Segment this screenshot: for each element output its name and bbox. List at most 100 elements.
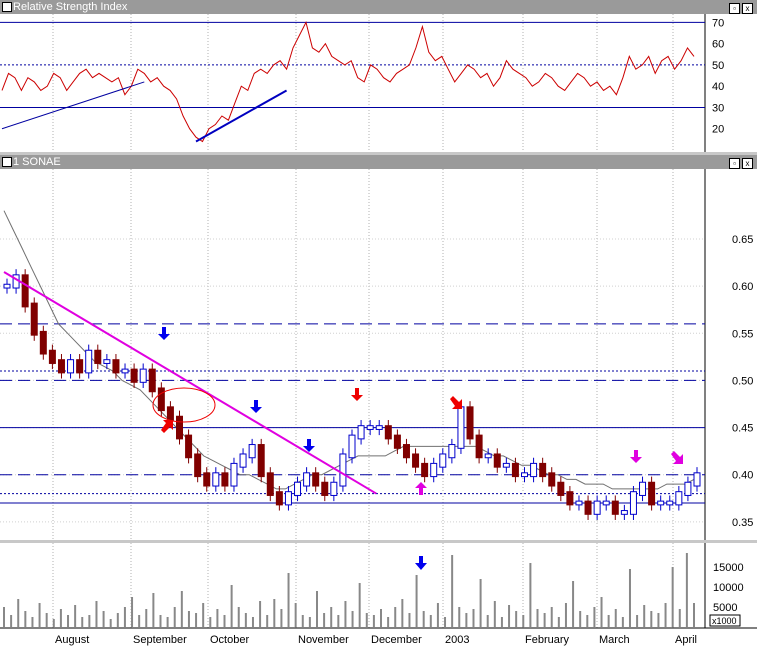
price-close-button[interactable]: x	[742, 158, 753, 169]
price-tick-label: 0.35	[732, 517, 753, 529]
rsi-trendline	[195, 89, 288, 143]
x-tick-label: September	[133, 634, 187, 646]
price-tick-label: 0.60	[732, 281, 753, 293]
x-tick-label: March	[599, 634, 630, 646]
rsi-trendline	[1, 81, 145, 130]
price-bar	[539, 462, 547, 478]
rsi-line	[1, 20, 695, 143]
blue-arrow-icon	[415, 556, 427, 570]
price-bar	[366, 425, 374, 430]
price-bar	[221, 472, 229, 487]
price-tick-label: 0.65	[732, 234, 753, 246]
price-bar	[239, 453, 247, 468]
x-tick-label: October	[210, 634, 249, 646]
price-bar	[639, 481, 647, 496]
price-bar	[3, 283, 11, 289]
price-bar	[593, 500, 601, 515]
price-bar	[466, 406, 474, 440]
price-bar	[85, 349, 93, 374]
price-bar	[439, 453, 447, 468]
price-bar	[330, 481, 338, 496]
red-arrow-icon	[450, 396, 462, 409]
price-restore-button[interactable]: ▫	[729, 158, 740, 169]
price-bar	[602, 500, 610, 506]
price-bar	[384, 425, 392, 440]
price-bar	[121, 368, 129, 374]
price-bar	[666, 500, 674, 506]
magenta-arrow-icon	[415, 482, 427, 495]
price-bar	[230, 462, 238, 487]
blue-arrow-icon	[250, 400, 262, 413]
price-tick-label: 0.50	[732, 375, 753, 387]
price-bar	[575, 500, 583, 506]
price-bar	[548, 472, 556, 487]
price-bar	[375, 425, 383, 430]
volume-tick-label: 5000	[713, 602, 737, 614]
price-panel: 1 SONAE ▫ x 0.35 0.40 0.45 0.50 0.55 0.60 0.65	[0, 155, 757, 540]
price-bar	[48, 349, 56, 364]
rsi-restore-button[interactable]: ▫	[729, 3, 740, 14]
price-bar	[675, 491, 683, 506]
price-trendline	[3, 271, 377, 495]
price-chart: 0.35 0.40 0.45 0.50 0.55 0.60 0.65	[0, 169, 753, 540]
volume-tick-label: 10000	[713, 582, 744, 594]
price-bar	[648, 481, 656, 506]
price-bar	[148, 368, 156, 393]
price-bar	[521, 472, 528, 478]
x-tick-label: December	[371, 634, 422, 646]
price-bar	[39, 330, 47, 355]
rsi-chart: 20 30 40 50 60 70	[0, 14, 724, 152]
price-bar	[248, 444, 256, 459]
rsi-close-button[interactable]: x	[742, 3, 753, 14]
price-bar	[112, 359, 120, 374]
price-bar	[321, 481, 329, 496]
price-tick-label: 0.40	[732, 470, 753, 482]
price-bar	[303, 472, 311, 487]
x-tick-label: November	[298, 634, 349, 646]
volume-chart: 5000 10000 15000 x1000 August September Octobe…	[0, 543, 757, 646]
price-bar	[130, 368, 138, 383]
price-title: 1 SONAE	[13, 156, 61, 168]
price-bar	[629, 491, 637, 515]
price-bar	[584, 500, 592, 515]
price-tick-label: 0.55	[732, 328, 753, 340]
price-bar	[94, 349, 102, 364]
rsi-tick-label: 70	[712, 17, 724, 29]
rsi-tick-label: 30	[712, 102, 724, 114]
price-bar	[530, 462, 538, 478]
price-bar	[194, 453, 202, 478]
price-bar	[339, 453, 347, 487]
price-bar	[166, 406, 174, 421]
price-bar	[684, 481, 692, 496]
volume-unit-label: x1000	[712, 616, 737, 626]
price-bar	[67, 359, 75, 374]
price-tick-label: 0.45	[732, 423, 753, 435]
magenta-arrow-icon	[630, 450, 642, 463]
price-bar	[493, 453, 501, 468]
price-titlebar: 1 SONAE ▫ x	[0, 155, 757, 169]
rsi-tick-label: 60	[712, 39, 724, 51]
price-bar	[257, 444, 265, 478]
price-bar	[203, 472, 211, 487]
price-bar	[30, 302, 38, 336]
price-bar	[402, 444, 410, 459]
price-bar	[266, 472, 274, 496]
x-tick-label: April	[675, 634, 697, 646]
red-arrow-icon	[161, 420, 173, 433]
rsi-titlebar: Relative Strength Index ▫ x	[0, 0, 757, 14]
price-bar	[475, 434, 483, 459]
price-bar	[212, 472, 220, 487]
price-bar	[284, 491, 292, 506]
price-window-menu-icon[interactable]	[2, 157, 12, 167]
price-bar	[421, 462, 429, 478]
price-bar	[157, 387, 165, 412]
rsi-tick-label: 20	[712, 124, 724, 136]
price-bar	[511, 462, 519, 478]
price-bar	[611, 500, 619, 515]
price-bar	[412, 453, 420, 468]
price-bar	[348, 434, 356, 459]
price-bar	[620, 510, 628, 515]
price-bar	[57, 359, 65, 374]
rsi-window-menu-icon[interactable]	[2, 2, 12, 12]
red-arrow-icon	[351, 388, 363, 401]
